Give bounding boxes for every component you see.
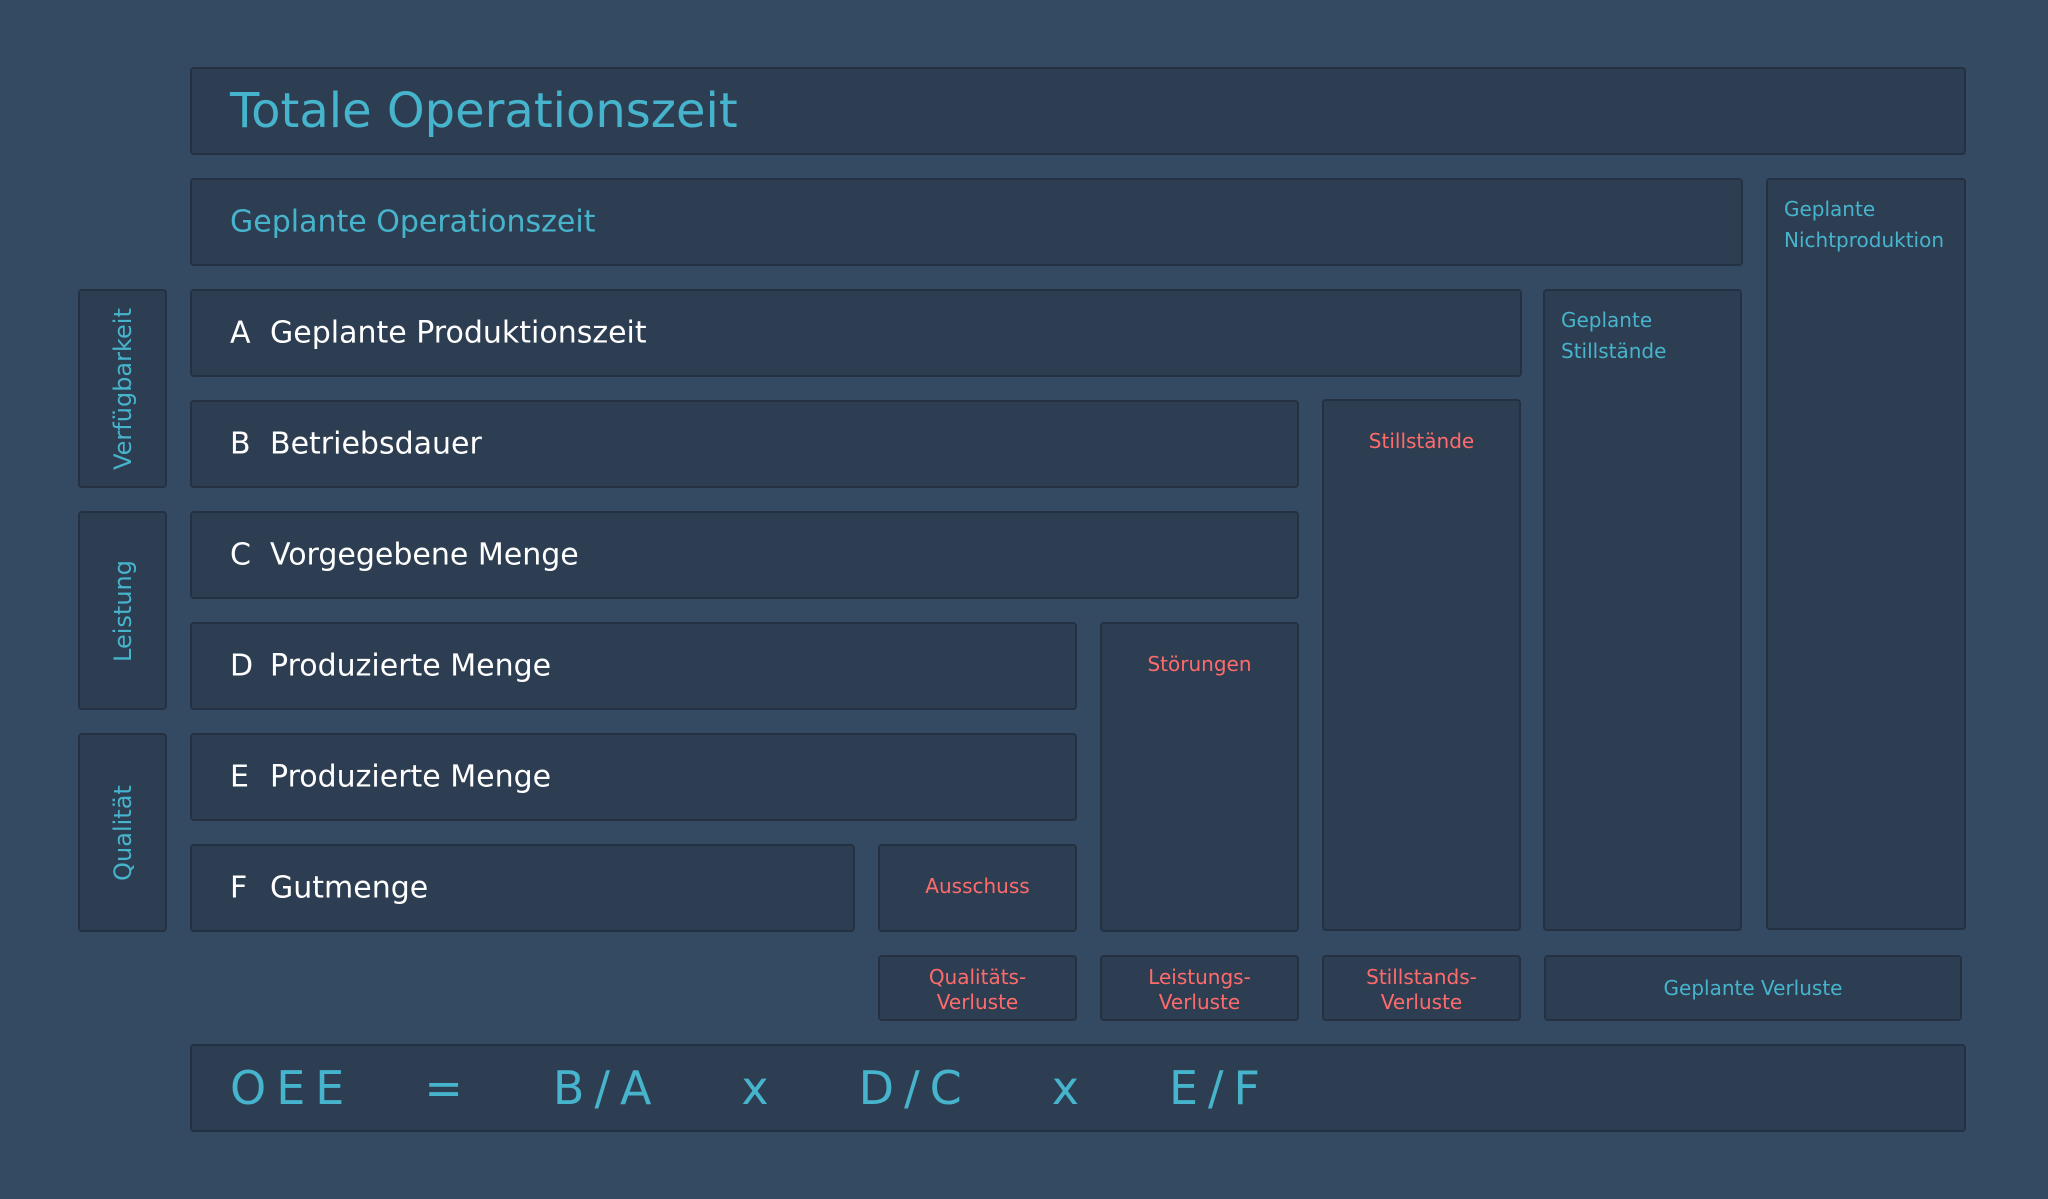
planned-losses-label: Geplante Verluste <box>1663 976 1843 1000</box>
row-c-box: C Vorgegebene Menge <box>190 511 1299 599</box>
quality-label: Qualität <box>108 784 137 881</box>
planned-non-production-box: Geplante Nichtproduktion <box>1766 178 1966 930</box>
planned-operation-box: Geplante Operationszeit <box>190 178 1743 266</box>
row-e-box: E Produzierte Menge <box>190 733 1077 821</box>
multiply-sign: x <box>741 1061 779 1115</box>
oee-formula: OEE = B/A x D/C x E/F <box>230 1061 1270 1115</box>
total-operation-box: Totale Operationszeit <box>190 67 1966 155</box>
downtime-losses-label: Stillstands- Verluste <box>1366 965 1477 1014</box>
quality-losses-box: Qualitäts- Verluste <box>878 955 1077 1021</box>
row-b-label: B Betriebsdauer <box>230 426 482 462</box>
oee-formula-box: OEE = B/A x D/C x E/F <box>190 1044 1966 1132</box>
performance-label: Leistung <box>108 559 137 662</box>
row-d-box: D Produzierte Menge <box>190 622 1077 710</box>
performance-losses-box: Leistungs- Verluste <box>1100 955 1299 1021</box>
planned-non-production-label: Geplante Nichtproduktion <box>1784 197 1945 252</box>
downtime-box: Stillstände <box>1322 399 1521 931</box>
row-a-label: A Geplante Produktionszeit <box>230 315 647 351</box>
oee-symbol: OEE <box>230 1061 355 1115</box>
performance-term: D/C <box>858 1061 972 1115</box>
row-f-label: F Gutmenge <box>230 870 429 906</box>
multiply-sign: x <box>1051 1061 1089 1115</box>
planned-losses-box: Geplante Verluste <box>1544 955 1962 1021</box>
availability-term: B/A <box>552 1061 662 1115</box>
equals-sign: = <box>424 1061 473 1115</box>
scrap-box: Ausschuss <box>878 844 1077 932</box>
row-c-label: C Vorgegebene Menge <box>230 537 579 573</box>
row-b-box: B Betriebsdauer <box>190 400 1299 488</box>
row-a-box: A Geplante Produktionszeit <box>190 289 1522 377</box>
quality-term: E/F <box>1168 1061 1270 1115</box>
performance-side-box: Leistung <box>78 511 167 710</box>
downtime-label: Stillstände <box>1368 429 1475 453</box>
oee-diagram: Totale Operationszeit Geplante Operation… <box>0 0 2048 1199</box>
quality-losses-label: Qualitäts- Verluste <box>928 965 1027 1014</box>
availability-label: Verfügbarkeit <box>108 307 137 470</box>
disruptions-label: Störungen <box>1147 652 1252 676</box>
scrap-label: Ausschuss <box>925 874 1030 898</box>
downtime-losses-box: Stillstands- Verluste <box>1322 955 1521 1021</box>
row-d-label: D Produzierte Menge <box>230 648 552 684</box>
planned-downtime-box: Geplante Stillstände <box>1543 289 1742 931</box>
planned-downtime-label: Geplante Stillstände <box>1561 308 1667 363</box>
row-e-label: E Produzierte Menge <box>230 759 552 795</box>
performance-losses-label: Leistungs- Verluste <box>1148 965 1251 1014</box>
page-title: Totale Operationszeit <box>230 83 738 139</box>
quality-side-box: Qualität <box>78 733 167 932</box>
planned-operation-label: Geplante Operationszeit <box>230 204 596 240</box>
disruptions-box: Störungen <box>1100 622 1299 932</box>
row-f-box: F Gutmenge <box>190 844 855 932</box>
availability-side-box: Verfügbarkeit <box>78 289 167 488</box>
